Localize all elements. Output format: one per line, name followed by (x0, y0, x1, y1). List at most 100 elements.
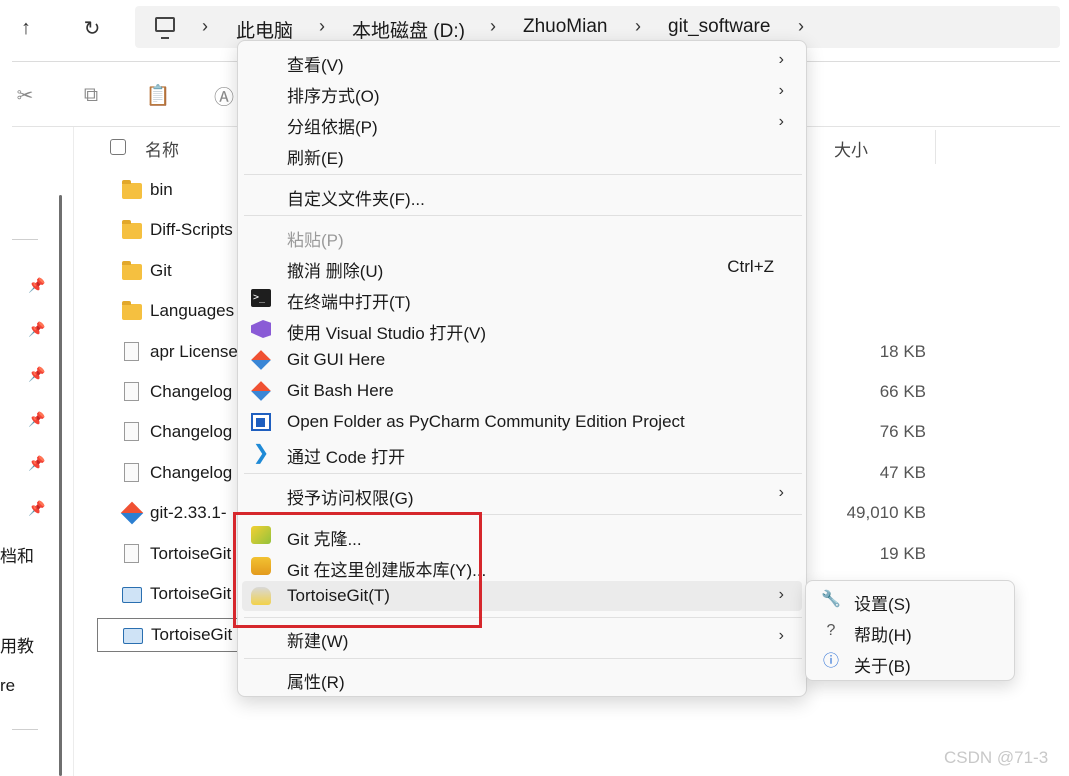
git-icon (251, 350, 271, 370)
breadcrumb-drive-d[interactable]: 本地磁盘 (D:) (352, 16, 465, 43)
file-name: TortoiseGit (150, 544, 232, 563)
git-icon (251, 381, 271, 401)
computer-icon[interactable] (155, 17, 175, 39)
column-divider (935, 130, 936, 164)
watermark: CSDN @71-3 (944, 748, 1049, 767)
tortoisegit-submenu: 🔧 设置(S) ? 帮助(H) ⓘ 关于(B) (805, 580, 1015, 681)
breadcrumb-separator: › (490, 16, 496, 36)
menu-item-refresh[interactable]: 刷新(E) (242, 139, 802, 169)
breadcrumb-this-pc[interactable]: 此电脑 (236, 16, 293, 43)
chevron-right-icon: › (778, 627, 784, 644)
file-name: Changelog (150, 382, 233, 401)
menu-separator (244, 174, 802, 175)
vscode-icon: ❯ (252, 442, 270, 464)
menu-item-label: 新建(W) (287, 632, 349, 651)
visual-studio-icon (251, 320, 271, 338)
file-name: Changelog (150, 463, 233, 482)
pin-icon[interactable]: 📌 (28, 500, 45, 516)
menu-item-label: 撤消 删除(U) (287, 262, 384, 281)
folder-icon (122, 261, 142, 280)
menu-item-group[interactable]: 分组依据(P) › (242, 108, 802, 138)
menu-item-open-pycharm[interactable]: Open Folder as PyCharm Community Edition… (242, 407, 802, 437)
application-icon (123, 628, 143, 644)
menu-item-label: 属性(R) (287, 673, 345, 692)
chevron-right-icon: › (778, 586, 784, 603)
pin-icon[interactable]: 📌 (28, 455, 45, 471)
menu-item-git-bash[interactable]: Git Bash Here (242, 376, 802, 406)
menu-item-open-vscode[interactable]: ❯ 通过 Code 打开 (242, 438, 802, 468)
sidebar-item-label[interactable]: 档和 (0, 542, 34, 567)
paste-icon[interactable]: 📋 (145, 82, 171, 108)
file-name: Git (150, 261, 172, 280)
pycharm-icon (251, 413, 271, 431)
application-icon (122, 587, 142, 603)
rename-icon[interactable]: Ⓐ (211, 82, 237, 109)
menu-item-label: Git Bash Here (287, 381, 394, 400)
pin-icon[interactable]: 📌 (28, 277, 45, 293)
wrench-icon: 🔧 (821, 591, 841, 608)
pin-icon[interactable]: 📌 (28, 321, 45, 337)
file-size: 19 KB (879, 544, 926, 563)
cut-icon[interactable]: ✂ (12, 82, 38, 108)
menu-item-sort[interactable]: 排序方式(O) › (242, 77, 802, 107)
terminal-icon: >_ (251, 289, 271, 307)
chevron-right-icon: › (778, 51, 784, 68)
select-all-checkbox[interactable] (110, 139, 126, 155)
file-name: apr License (150, 342, 238, 361)
submenu-item-label: 关于(B) (854, 657, 911, 676)
pin-icon[interactable]: 📌 (28, 411, 45, 427)
menu-item-label: Open Folder as PyCharm Community Edition… (287, 412, 685, 431)
menu-item-properties[interactable]: 属性(R) (242, 663, 802, 693)
breadcrumb-separator: › (319, 16, 325, 36)
file-size: 66 KB (879, 382, 926, 401)
menu-item-grant-access[interactable]: 授予访问权限(G) › (242, 479, 802, 509)
up-arrow-icon[interactable]: ↑ (8, 10, 44, 46)
submenu-item-about[interactable]: ⓘ 关于(B) (810, 647, 1010, 677)
file-size: 76 KB (879, 422, 926, 441)
column-header-size[interactable]: 大小 (834, 136, 868, 161)
document-icon (124, 382, 139, 401)
menu-item-paste: 粘贴(P) (242, 221, 802, 251)
submenu-item-help[interactable]: ? 帮助(H) (810, 616, 1010, 646)
menu-item-label: 通过 Code 打开 (287, 448, 406, 467)
breadcrumb-git-software[interactable]: git_software (668, 16, 770, 38)
file-name: Diff-Scripts (150, 220, 233, 239)
sidebar-item-label[interactable]: 用教 (0, 632, 34, 657)
menu-item-view[interactable]: 查看(V) › (242, 46, 802, 76)
submenu-item-label: 帮助(H) (854, 626, 912, 645)
refresh-icon[interactable]: ↻ (74, 10, 110, 46)
breadcrumb-separator: › (202, 16, 208, 36)
document-icon (124, 463, 139, 482)
divider (12, 729, 38, 730)
menu-separator (244, 473, 802, 474)
menu-separator (244, 658, 802, 659)
breadcrumb-separator: › (798, 16, 804, 36)
menu-item-label: 粘贴(P) (287, 231, 344, 250)
menu-item-label: 查看(V) (287, 56, 344, 75)
menu-item-label: Git GUI Here (287, 350, 386, 369)
file-name: TortoiseGit (151, 625, 233, 644)
file-size: 49,010 KB (846, 503, 926, 522)
document-icon (124, 342, 139, 361)
pane-divider (73, 127, 74, 776)
menu-item-label: 分组依据(P) (287, 118, 378, 137)
menu-item-customize-folder[interactable]: 自定义文件夹(F)... (242, 180, 802, 210)
menu-separator (244, 215, 802, 216)
file-name: Changelog (150, 422, 233, 441)
sidebar-item-label[interactable]: re (0, 676, 15, 696)
copy-icon[interactable]: ⧉ (78, 82, 104, 108)
breadcrumb-zhuomian[interactable]: ZhuoMian (523, 16, 608, 38)
column-header-name[interactable]: 名称 (145, 136, 179, 161)
menu-item-undo-delete[interactable]: 撤消 删除(U) Ctrl+Z (242, 252, 802, 282)
file-name: bin (150, 180, 173, 199)
menu-item-open-visual-studio[interactable]: 使用 Visual Studio 打开(V) (242, 314, 802, 344)
annotation-highlight-box (233, 512, 482, 628)
pin-icon[interactable]: 📌 (28, 366, 45, 382)
file-name: TortoiseGit (150, 584, 232, 603)
submenu-item-settings[interactable]: 🔧 设置(S) (810, 585, 1010, 615)
menu-item-git-gui[interactable]: Git GUI Here (242, 345, 802, 375)
menu-item-open-terminal[interactable]: >_ 在终端中打开(T) (242, 283, 802, 313)
menu-item-label: 刷新(E) (287, 149, 344, 168)
sidebar-scrollbar[interactable] (59, 195, 62, 776)
chevron-right-icon: › (778, 113, 784, 130)
